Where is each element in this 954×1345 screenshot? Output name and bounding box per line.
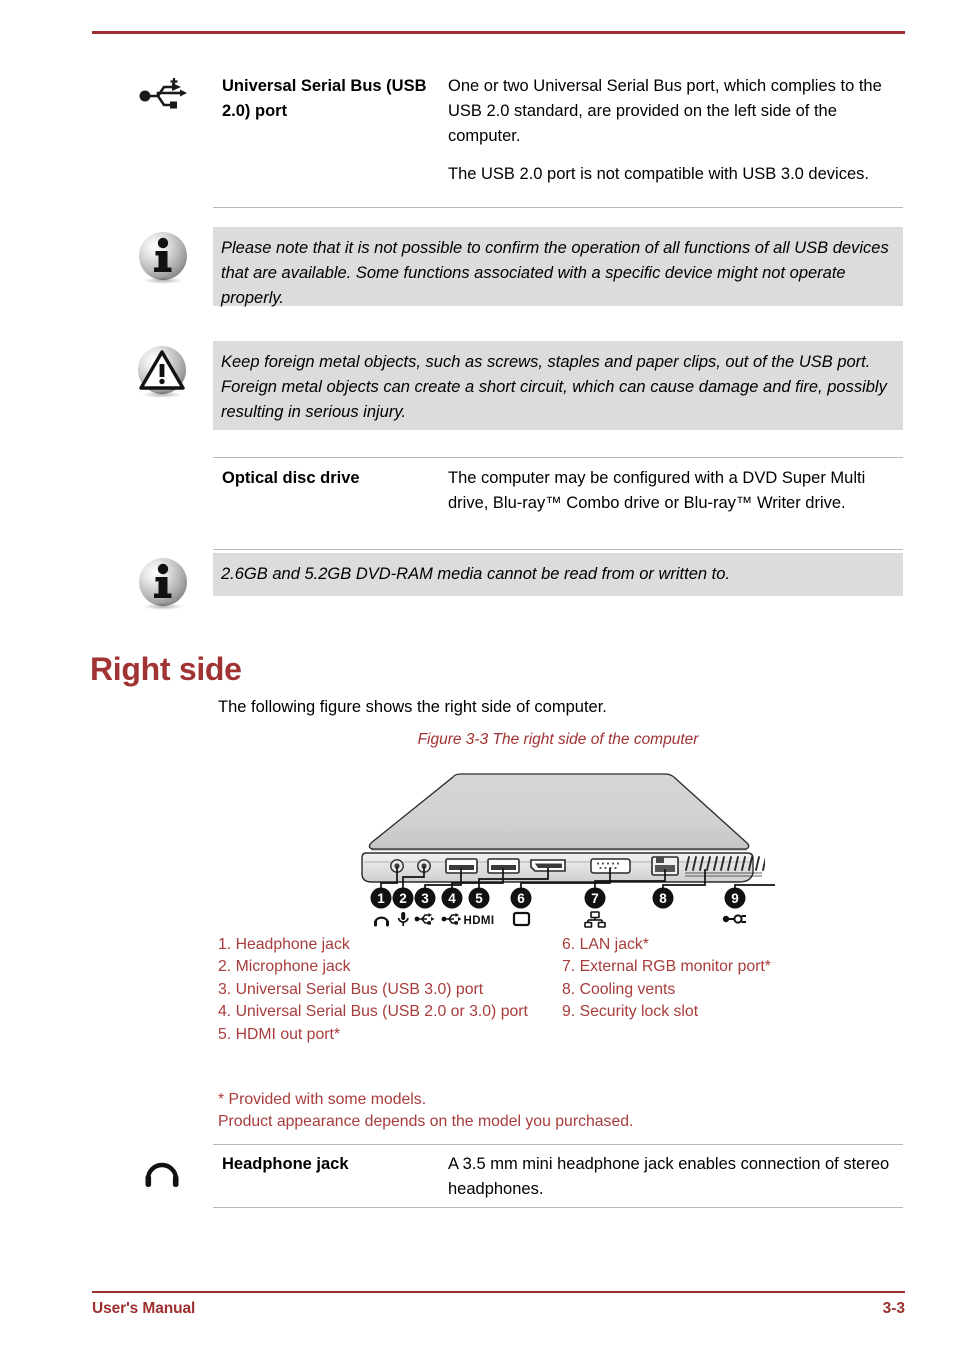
row-divider [213, 549, 903, 550]
note-text: Keep foreign metal objects, such as scre… [221, 353, 887, 421]
footer-manual-label: User's Manual [92, 1300, 196, 1317]
footnote-line: * Provided with some models. [218, 1091, 427, 1108]
info-icon [136, 231, 190, 285]
svg-text:6: 6 [517, 891, 525, 906]
legend-left-column: 1. Headphone jack 2. Microphone jack 3. … [218, 934, 548, 1046]
section-heading: Right side [90, 651, 242, 687]
monitor-icon [512, 911, 531, 927]
warning-icon [135, 345, 189, 399]
svg-text:4: 4 [448, 891, 456, 906]
legend-item: 2. Microphone jack [218, 958, 351, 976]
term-label: Optical disc drive [222, 469, 360, 487]
svg-text:8: 8 [659, 891, 667, 906]
legend-item: 3. Universal Serial Bus (USB 3.0) port [218, 980, 484, 998]
term-label: Universal Serial Bus (USB 2.0) port [222, 77, 427, 120]
legend-item: 8. Cooling vents [562, 980, 676, 998]
figure-footnotes: * Provided with some models. Product app… [218, 1089, 908, 1134]
footer-rule [92, 1291, 905, 1293]
legend-item: 9. Security lock slot [562, 1003, 699, 1021]
note-box-warning: Keep foreign metal objects, such as scre… [213, 341, 903, 430]
note-text: 2.6GB and 5.2GB DVD-RAM media cannot be … [221, 565, 730, 583]
laptop-lid [368, 773, 750, 850]
svg-text:5: 5 [475, 891, 483, 906]
legend-item: 5. HDMI out port* [218, 1025, 341, 1043]
headphone-icon [137, 1146, 187, 1190]
footer-page-number: 3-3 [882, 1300, 905, 1317]
term-label: Headphone jack [222, 1155, 349, 1173]
microphone-jack-icon [397, 912, 409, 926]
description-paragraph: One or two Universal Serial Bus port, wh… [448, 77, 882, 145]
svg-text:9: 9 [731, 891, 739, 906]
footnote-line: Product appearance depends on the model … [218, 1113, 634, 1131]
row-divider [213, 207, 903, 208]
manual-page: Universal Serial Bus (USB 2.0) port One … [0, 0, 954, 1345]
legend-item: 6. LAN jack* [562, 936, 649, 953]
figure-port-symbols: HDMI [373, 911, 746, 928]
usb-port-icon [441, 913, 462, 925]
description-text: The computer may be configured with a DV… [448, 466, 898, 516]
svg-text:3: 3 [421, 891, 429, 906]
row-divider [213, 1207, 903, 1208]
svg-text:2: 2 [399, 891, 407, 906]
figure-caption: Figure 3-3 The right side of the compute… [417, 731, 699, 748]
row-divider [213, 457, 903, 458]
header-rule [92, 31, 905, 34]
description-paragraph: The USB 2.0 port is not compatible with … [448, 165, 869, 183]
description-paragraph: The computer may be configured with a DV… [448, 469, 866, 512]
row-divider [213, 1144, 903, 1145]
note-text: Please note that it is not possible to c… [221, 239, 889, 307]
security-lock-icon [722, 914, 746, 924]
usb-icon [138, 72, 190, 114]
legend-item: 4. Universal Serial Bus (USB 2.0 or 3.0)… [218, 1003, 528, 1021]
description-text: One or two Universal Serial Bus port, wh… [448, 74, 898, 187]
section-intro-text: The following figure shows the right sid… [218, 698, 607, 716]
usb-port-icon [414, 913, 435, 925]
hdmi-label: HDMI [464, 915, 495, 927]
note-box-info: Please note that it is not possible to c… [213, 227, 903, 307]
legend-item: 7. External RGB monitor port* [562, 958, 771, 976]
description-text: A 3.5 mm mini headphone jack enables con… [448, 1152, 898, 1202]
lan-icon [584, 911, 606, 928]
legend-right-column: 6. LAN jack* 7. External RGB monitor por… [562, 934, 902, 1024]
svg-text:7: 7 [591, 891, 599, 906]
info-icon [136, 557, 190, 611]
svg-text:1: 1 [377, 891, 385, 906]
headphone-jack-icon [373, 916, 390, 927]
description-paragraph: A 3.5 mm mini headphone jack enables con… [448, 1155, 890, 1198]
legend-item: 1. Headphone jack [218, 936, 350, 953]
note-box-info: 2.6GB and 5.2GB DVD-RAM media cannot be … [213, 553, 903, 596]
